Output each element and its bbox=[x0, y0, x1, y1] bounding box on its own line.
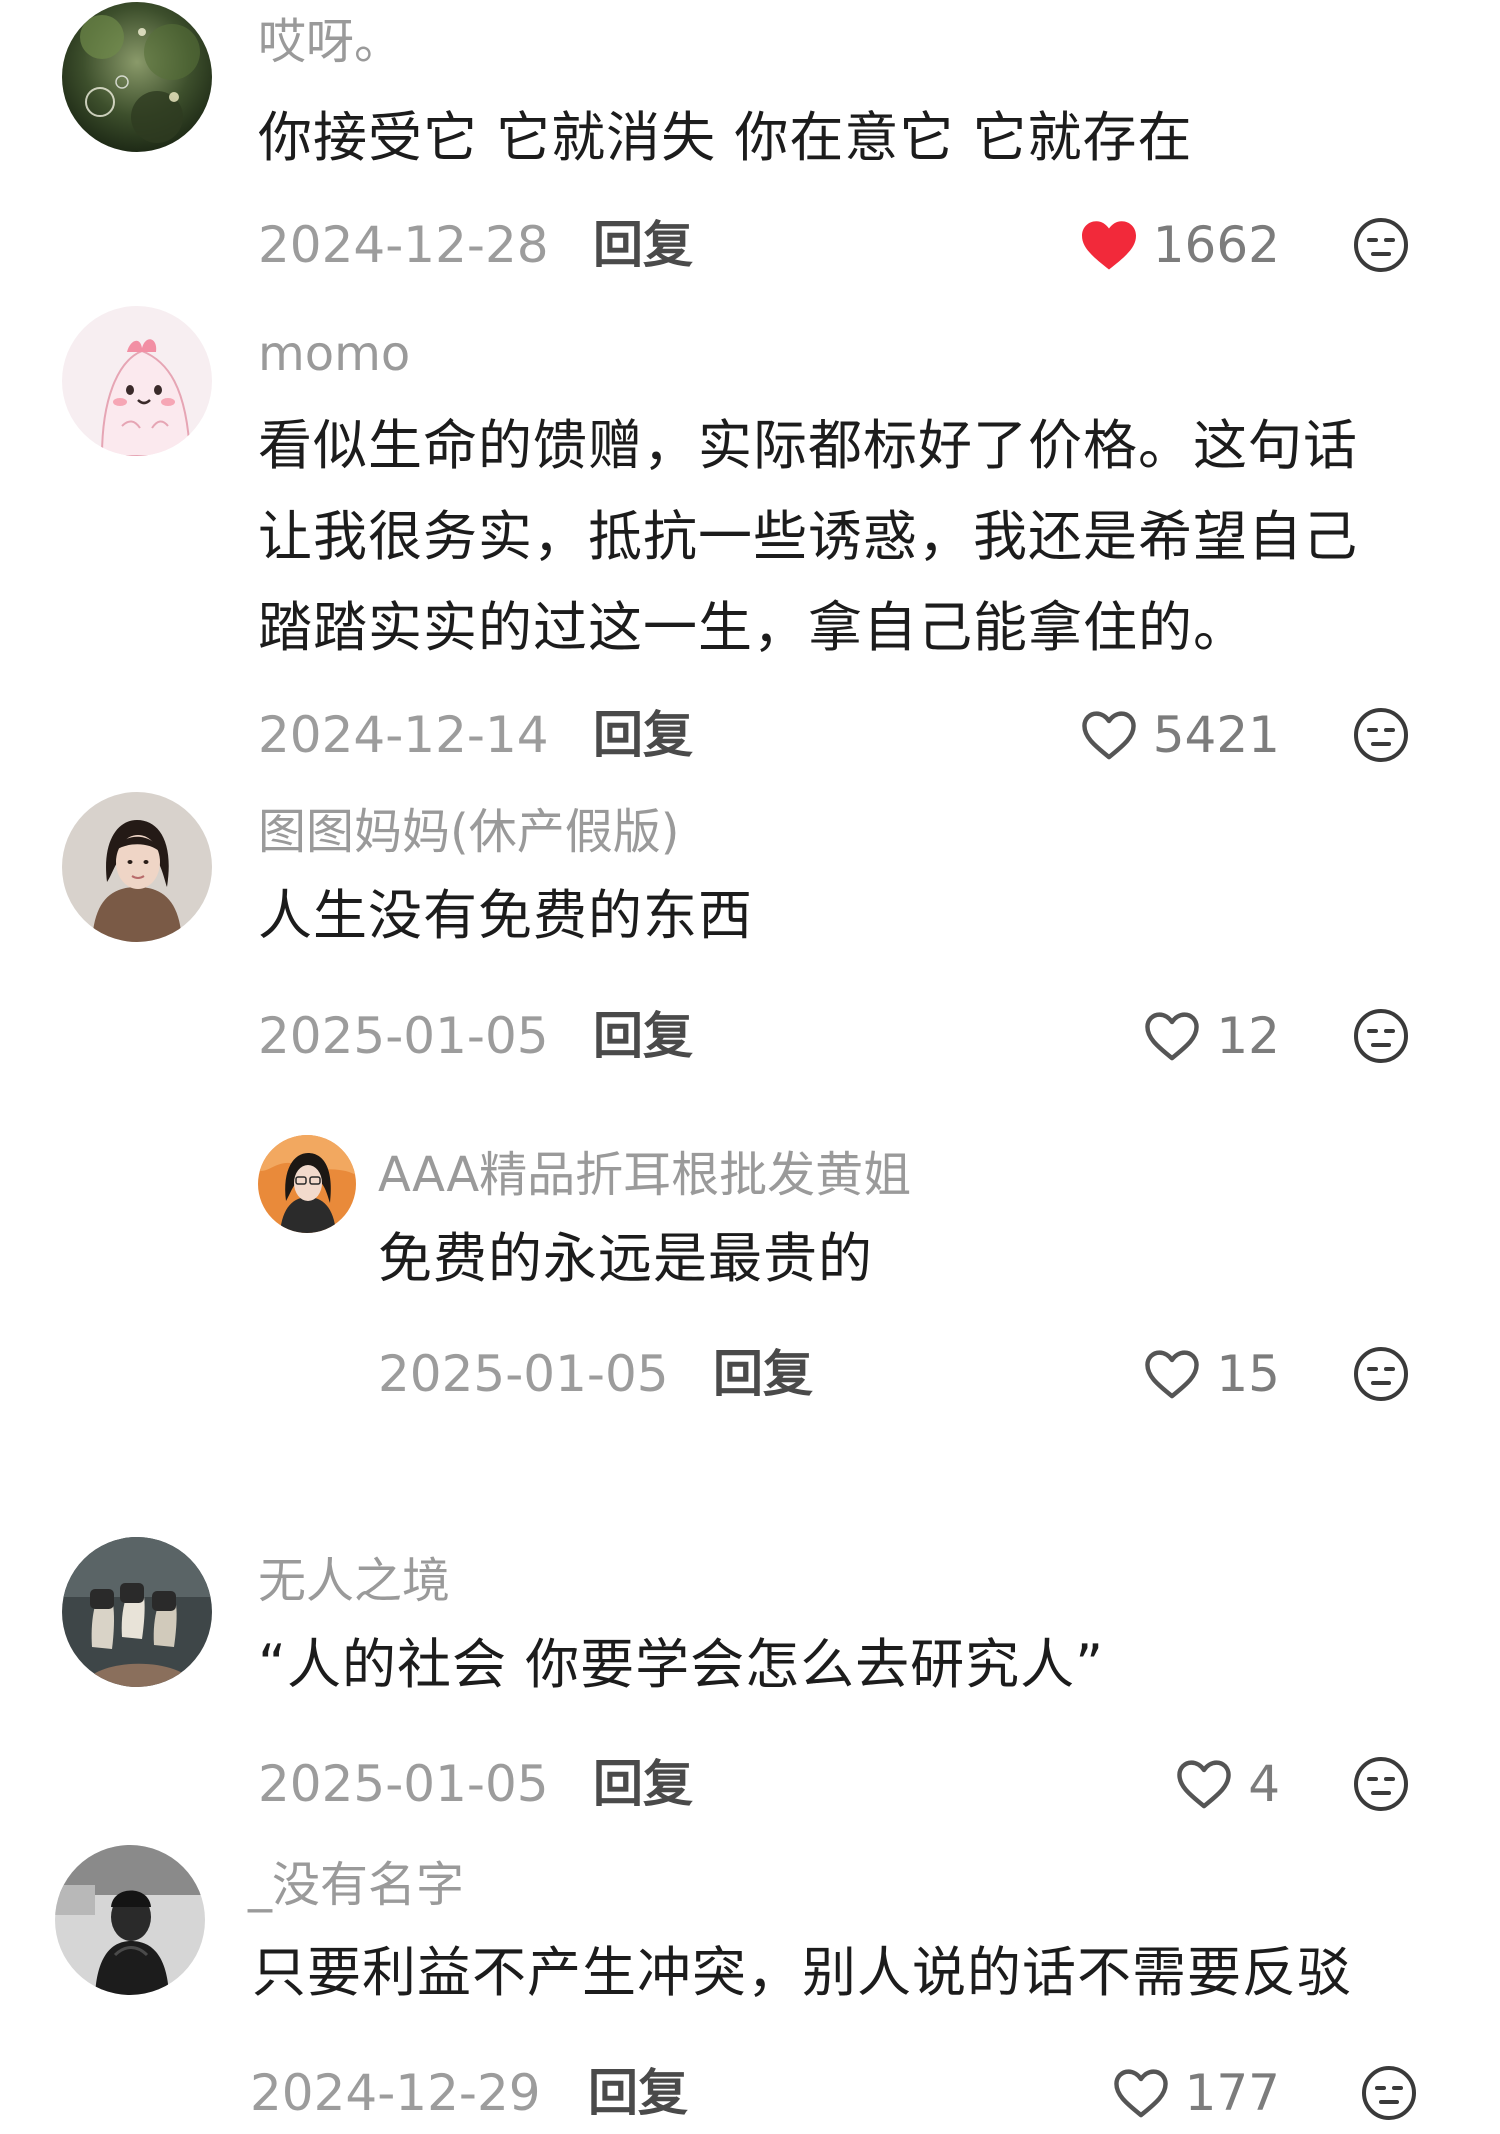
comment-date: 2025-01-05 bbox=[378, 1345, 669, 1403]
comment-text-line: 只要利益不产生冲突，别人说的话不需要反驳 bbox=[252, 1941, 1352, 2004]
reply-item: AAA精品折耳根批发黄姐 免费的永远是最贵的 2025-01-05 回复 15 bbox=[0, 1120, 1500, 1420]
comment-text-line: 踏踏实实的过这一生，拿自己能拿住的。 bbox=[258, 596, 1248, 659]
comment-item: 无人之境 “人的社会 你要学会怎么去研究人” 2025-01-05 回复 4 bbox=[0, 1525, 1500, 1835]
avatar-woman-orange-bg-icon bbox=[258, 1135, 356, 1233]
reply-button[interactable]: 回复 bbox=[713, 1342, 813, 1406]
like-count: 177 bbox=[1184, 2064, 1280, 2122]
comment-text-line: “人的社会 你要学会怎么去研究人” bbox=[258, 1633, 1105, 1696]
comment-meta: 2024-12-28 回复 1662 bbox=[0, 213, 1500, 277]
reply-button[interactable]: 回复 bbox=[593, 213, 693, 277]
comment-date: 2024-12-14 bbox=[258, 706, 549, 764]
comment-text: 人生没有免费的东西 bbox=[258, 870, 753, 961]
avatar[interactable] bbox=[62, 306, 212, 456]
comment-text-line: 免费的永远是最贵的 bbox=[378, 1227, 873, 1290]
comment-date: 2024-12-29 bbox=[250, 2064, 541, 2122]
comment-meta: 2025-01-05 回复 15 bbox=[0, 1342, 1500, 1406]
heart-outline-icon bbox=[1113, 2069, 1168, 2118]
heart-filled-icon bbox=[1081, 221, 1136, 270]
like-count: 1662 bbox=[1152, 216, 1280, 274]
avatar-shoes-feet-icon bbox=[62, 1537, 212, 1687]
neutral-face-icon bbox=[1354, 1347, 1408, 1401]
neutral-face-icon bbox=[1354, 1009, 1408, 1063]
like-button[interactable]: 15 bbox=[1060, 1342, 1280, 1406]
avatar[interactable] bbox=[62, 2, 212, 152]
comment-meta: 2025-01-05 回复 12 bbox=[0, 1004, 1500, 1068]
avatar[interactable] bbox=[258, 1135, 356, 1233]
like-button[interactable]: 1662 bbox=[1060, 213, 1280, 277]
dislike-button[interactable] bbox=[1352, 1345, 1410, 1403]
like-button[interactable]: 5421 bbox=[1060, 703, 1280, 767]
like-button[interactable]: 12 bbox=[1060, 1004, 1280, 1068]
comment-text: 只要利益不产生冲突，别人说的话不需要反驳 bbox=[252, 1927, 1352, 2018]
like-count: 5421 bbox=[1152, 706, 1280, 764]
comment-meta: 2025-01-05 回复 4 bbox=[0, 1752, 1500, 1816]
username[interactable]: 哎呀。 bbox=[258, 12, 402, 72]
comment-text-line: 看似生命的馈赠，实际都标好了价格。这句话 bbox=[258, 414, 1358, 477]
avatar[interactable] bbox=[62, 1537, 212, 1687]
neutral-face-icon bbox=[1354, 218, 1408, 272]
username[interactable]: momo bbox=[258, 324, 410, 384]
comment-item: 哎呀。 你接受它 它就消失 你在意它 它就存在 2024-12-28 回复 16… bbox=[0, 0, 1500, 300]
comment-text: “人的社会 你要学会怎么去研究人” bbox=[258, 1619, 1104, 1710]
like-count: 12 bbox=[1216, 1007, 1280, 1065]
avatar-bubbles-greenery-icon bbox=[62, 2, 212, 152]
comment-text: 看似生命的馈赠，实际都标好了价格。这句话 让我很务实，抵抗一些诱惑，我还是希望自… bbox=[258, 400, 1358, 673]
username[interactable]: 无人之境 bbox=[258, 1551, 450, 1611]
dislike-button[interactable] bbox=[1352, 216, 1410, 274]
dislike-button[interactable] bbox=[1360, 2064, 1418, 2122]
comment-text: 你接受它 它就消失 你在意它 它就存在 bbox=[258, 92, 1193, 183]
like-count: 4 bbox=[1248, 1755, 1280, 1813]
like-button[interactable]: 177 bbox=[1060, 2061, 1280, 2125]
username[interactable]: 图图妈妈(休产假版) bbox=[258, 802, 679, 862]
dislike-button[interactable] bbox=[1352, 1755, 1410, 1813]
reply-button[interactable]: 回复 bbox=[593, 703, 693, 767]
reply-button[interactable]: 回复 bbox=[593, 1004, 693, 1068]
comment-text: 免费的永远是最贵的 bbox=[378, 1213, 873, 1304]
comment-text-line: 人生没有免费的东西 bbox=[258, 884, 753, 947]
heart-outline-icon bbox=[1081, 711, 1136, 760]
username[interactable]: _没有名字 bbox=[248, 1855, 464, 1915]
neutral-face-icon bbox=[1354, 1757, 1408, 1811]
neutral-face-icon bbox=[1354, 708, 1408, 762]
comment-date: 2024-12-28 bbox=[258, 216, 549, 274]
avatar[interactable] bbox=[55, 1845, 205, 1995]
comment-item: momo 看似生命的馈赠，实际都标好了价格。这句话 让我很务实，抵抗一些诱惑，我… bbox=[0, 300, 1500, 780]
heart-outline-icon bbox=[1145, 1012, 1200, 1061]
heart-outline-icon bbox=[1177, 1760, 1231, 1809]
dislike-button[interactable] bbox=[1352, 706, 1410, 764]
reply-button[interactable]: 回复 bbox=[588, 2061, 688, 2125]
comment-item: 图图妈妈(休产假版) 人生没有免费的东西 2025-01-05 回复 12 bbox=[0, 780, 1500, 1100]
username[interactable]: AAA精品折耳根批发黄姐 bbox=[378, 1145, 911, 1205]
comment-meta: 2024-12-29 回复 177 bbox=[0, 2061, 1500, 2125]
neutral-face-icon bbox=[1362, 2066, 1416, 2120]
heart-outline-icon bbox=[1145, 1350, 1200, 1399]
comment-date: 2025-01-05 bbox=[258, 1007, 549, 1065]
reply-button[interactable]: 回复 bbox=[593, 1752, 693, 1816]
like-button[interactable]: 4 bbox=[1060, 1752, 1280, 1816]
avatar-bw-person-icon bbox=[55, 1845, 205, 1995]
comment-item: _没有名字 只要利益不产生冲突，别人说的话不需要反驳 2024-12-29 回复… bbox=[0, 1835, 1500, 2134]
avatar[interactable] bbox=[62, 792, 212, 942]
comment-text-line: 你接受它 它就消失 你在意它 它就存在 bbox=[258, 106, 1193, 169]
comment-meta: 2024-12-14 回复 5421 bbox=[0, 703, 1500, 767]
avatar-woman-portrait-icon bbox=[62, 792, 212, 942]
comment-date: 2025-01-05 bbox=[258, 1755, 549, 1813]
avatar-pink-cartoon-icon bbox=[62, 306, 212, 456]
comment-text-line: 让我很务实，抵抗一些诱惑，我还是希望自己 bbox=[258, 505, 1358, 568]
dislike-button[interactable] bbox=[1352, 1007, 1410, 1065]
like-count: 15 bbox=[1216, 1345, 1280, 1403]
